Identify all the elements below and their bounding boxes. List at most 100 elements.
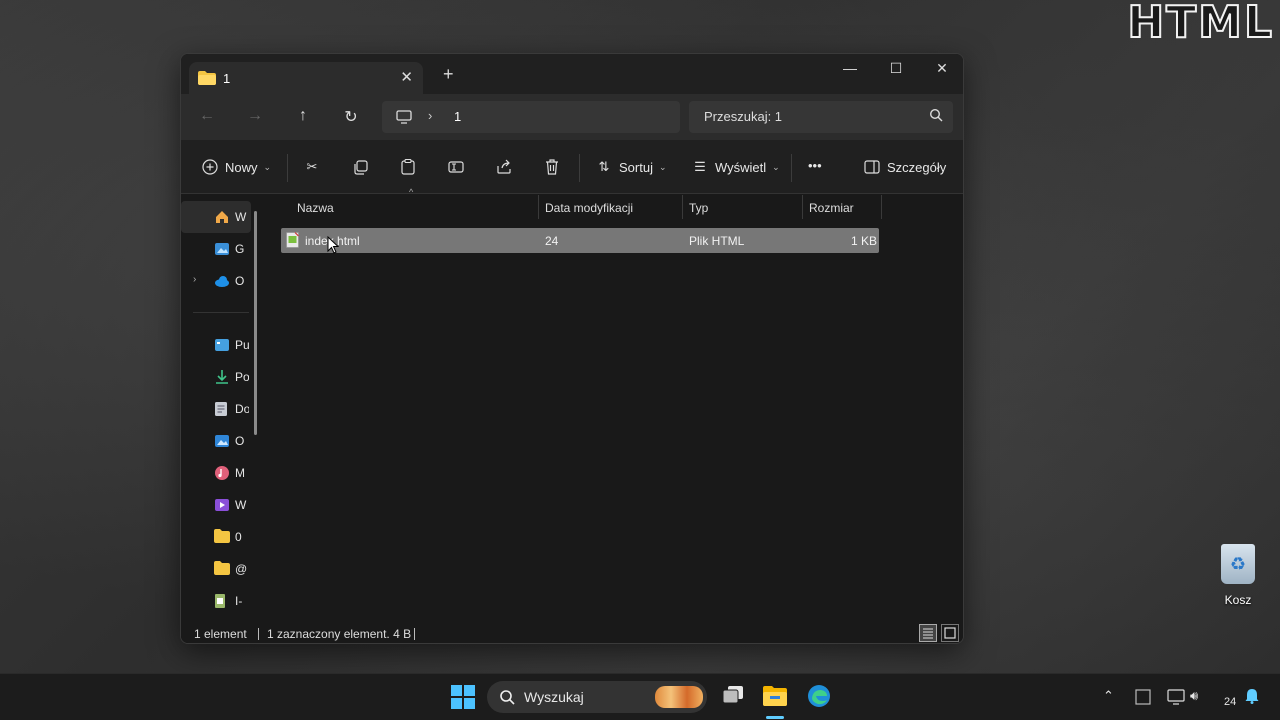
taskbar: Wyszukaj ⌃ 🔊︎ 24: [0, 673, 1280, 720]
taskbar-search-input[interactable]: Wyszukaj: [524, 689, 584, 705]
column-divider[interactable]: [881, 195, 882, 219]
sidebar-item-label: @: [235, 562, 248, 576]
sidebar-item-file[interactable]: I-: [181, 585, 251, 617]
sidebar-item-folder[interactable]: 0: [181, 521, 251, 553]
toolbar-divider: [579, 154, 580, 182]
share-icon: [495, 158, 513, 176]
sidebar-item-home[interactable]: W: [181, 201, 251, 233]
file-explorer-taskbar-icon[interactable]: [763, 685, 787, 710]
up-arrow-icon[interactable]: ↑: [291, 107, 315, 125]
sidebar-item-folder[interactable]: @: [181, 553, 251, 585]
sidebar-item-label: Po: [235, 370, 249, 384]
recycle-bin[interactable]: ♻ Kosz: [1212, 544, 1264, 607]
scissors-icon: ✂: [306, 159, 318, 174]
column-divider[interactable]: [802, 195, 803, 219]
minimize-button[interactable]: —: [827, 54, 873, 86]
edge-browser-icon[interactable]: [807, 684, 831, 711]
chevron-down-icon: ⌄: [772, 161, 780, 172]
sidebar-item-music[interactable]: M: [181, 457, 251, 489]
html-file-icon: [286, 232, 299, 248]
desktop: HTML ♻ Kosz 1 ✕ + — ☐ ✕ ← → ↑ ↻ › 1 Prze…: [0, 0, 1280, 673]
sidebar-item-label: 0: [235, 530, 242, 544]
share-button[interactable]: [495, 158, 513, 176]
toolbar-divider: [287, 154, 288, 182]
column-divider[interactable]: [538, 195, 539, 219]
sidebar-item-label: O: [235, 434, 245, 448]
mouse-cursor-icon: [327, 235, 340, 257]
chevron-right-icon[interactable]: ›: [193, 274, 196, 285]
item-count: 1 element: [194, 627, 247, 641]
file-list: ^ Nazwa Data modyfikacji Typ Rozmiar ind…: [265, 187, 963, 623]
view-button-label: Wyświetl: [715, 159, 767, 175]
details-view-button[interactable]: [919, 624, 937, 642]
windows-start-icon[interactable]: [451, 685, 475, 712]
new-tab-button[interactable]: +: [443, 64, 454, 85]
sidebar-item-label: W: [235, 210, 247, 224]
column-header-type[interactable]: Typ: [689, 201, 708, 215]
show-hidden-icons-chevron-icon[interactable]: ⌃: [1103, 688, 1114, 704]
forward-arrow-icon[interactable]: →: [243, 107, 267, 125]
clipboard-icon: [399, 158, 417, 176]
command-bar: Nowy ⌄ ✂ ⇅ Sortuj ⌄ ☰ Wyświetl ⌄ ••• Szc…: [181, 140, 963, 194]
sidebar-item-gallery[interactable]: G: [181, 233, 251, 265]
more-options-button[interactable]: •••: [808, 158, 822, 173]
maximize-button[interactable]: ☐: [873, 54, 919, 86]
recycle-bin-label: Kosz: [1224, 593, 1252, 607]
network-icon[interactable]: [1167, 689, 1185, 708]
column-header-name[interactable]: Nazwa: [297, 201, 334, 215]
search-input[interactable]: Przeszukaj: 1: [704, 109, 782, 124]
column-header-size[interactable]: Rozmiar: [809, 201, 854, 215]
new-button[interactable]: Nowy ⌄: [201, 158, 271, 176]
sidebar-item-videos[interactable]: W: [181, 489, 251, 521]
status-bar: 1 element 1 zaznaczony element. 4 B: [181, 623, 963, 643]
status-divider: [414, 628, 415, 640]
sidebar-item-onedrive[interactable]: › O: [181, 265, 251, 297]
tab-1[interactable]: 1 ✕: [189, 62, 423, 94]
notification-bell-icon[interactable]: [1245, 688, 1259, 707]
trash-icon: [543, 158, 561, 176]
sort-arrows-icon: ⇅: [598, 159, 610, 174]
sort-ascending-icon: ^: [409, 187, 414, 197]
sidebar-item-desktop[interactable]: Pu: [181, 329, 251, 361]
task-view-icon[interactable]: [722, 685, 744, 708]
breadcrumb-separator: ›: [428, 108, 433, 123]
sort-button[interactable]: ⇅ Sortuj ⌄: [595, 158, 667, 176]
navigation-bar: ← → ↑ ↻ › 1 Przeszukaj: 1: [181, 94, 963, 140]
sidebar-item-label: Pu: [235, 338, 249, 352]
tab-title: 1: [223, 71, 231, 86]
clock[interactable]: 24: [1224, 696, 1236, 708]
column-header-date[interactable]: Data modyfikacji: [545, 201, 633, 215]
breadcrumb-item[interactable]: 1: [454, 109, 461, 124]
sidebar-item-pictures[interactable]: O: [181, 425, 251, 457]
rename-button[interactable]: [447, 158, 465, 176]
search-box[interactable]: Przeszukaj: 1: [689, 101, 953, 133]
address-bar[interactable]: › 1: [382, 101, 680, 133]
documents-icon: [214, 401, 230, 417]
search-icon: [499, 689, 515, 708]
sidebar-item-downloads[interactable]: Po: [181, 361, 251, 393]
sidebar-scrollbar[interactable]: [254, 211, 257, 435]
volume-icon[interactable]: 🔊︎: [1190, 688, 1198, 704]
tiles-view-button[interactable]: [941, 624, 959, 642]
file-row[interactable]: index.html 24 Plik HTML 1 KB: [281, 228, 879, 254]
close-button[interactable]: ✕: [919, 54, 963, 86]
sort-button-label: Sortuj: [619, 159, 653, 175]
sidebar-item-label: G: [235, 242, 245, 256]
cut-button[interactable]: ✂: [303, 158, 321, 176]
details-button[interactable]: Szczegóły: [863, 158, 946, 176]
downloads-icon: [214, 369, 230, 385]
tab-close-icon[interactable]: ✕: [400, 68, 413, 86]
copy-button[interactable]: [351, 158, 369, 176]
back-arrow-icon[interactable]: ←: [195, 107, 219, 125]
html-watermark: HTML: [1126, 0, 1274, 48]
paste-button[interactable]: [399, 158, 417, 176]
view-button[interactable]: ☰ Wyświetl ⌄: [691, 158, 780, 176]
column-divider[interactable]: [682, 195, 683, 219]
taskbar-search[interactable]: Wyszukaj: [487, 681, 707, 713]
desktop-folder-icon: [214, 337, 230, 353]
sidebar-item-label: M: [235, 466, 245, 480]
delete-button[interactable]: [543, 158, 561, 176]
tray-app-icon[interactable]: [1135, 689, 1151, 708]
refresh-icon[interactable]: ↻: [339, 107, 363, 127]
sidebar-item-documents[interactable]: Do: [181, 393, 251, 425]
